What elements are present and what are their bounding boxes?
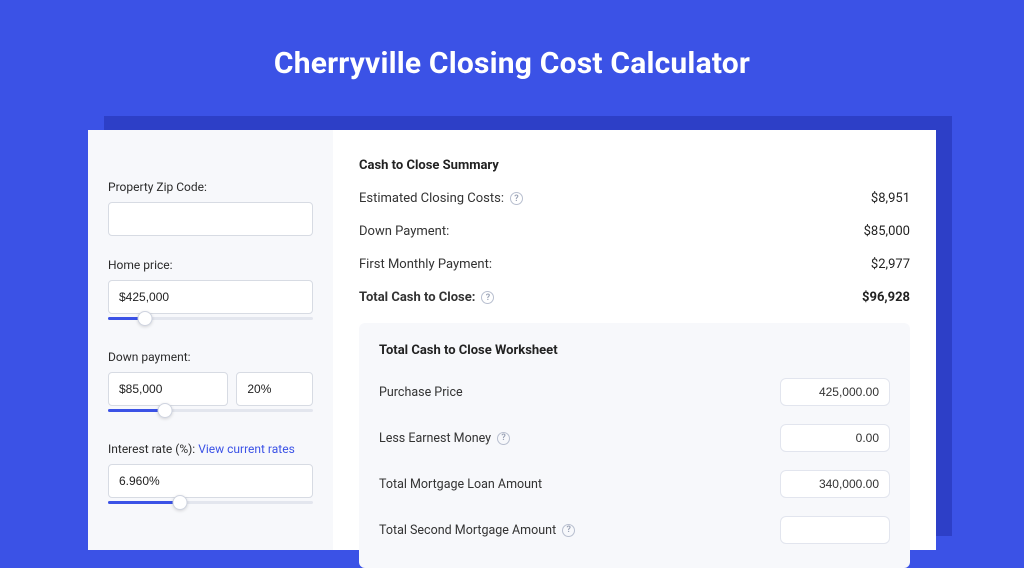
earnest-label: Less Earnest Money [379, 431, 491, 446]
loan-amount-label: Total Mortgage Loan Amount [379, 477, 542, 492]
help-icon[interactable]: ? [481, 291, 494, 304]
home-price-field-block: Home price: [108, 258, 313, 328]
slider-thumb[interactable] [158, 403, 173, 418]
down-payment-summary-label: Down Payment: [359, 224, 449, 239]
help-icon[interactable]: ? [510, 192, 523, 205]
interest-slider[interactable] [108, 464, 313, 512]
summary-title: Cash to Close Summary [359, 158, 910, 173]
home-price-label: Home price: [108, 258, 313, 272]
down-payment-input[interactable] [108, 372, 228, 406]
total-cash-label: Total Cash to Close: [359, 290, 475, 305]
inputs-panel: Property Zip Code: Home price: Down paym… [88, 130, 333, 550]
zip-field-block: Property Zip Code: [108, 180, 313, 236]
help-icon[interactable]: ? [562, 524, 575, 537]
down-payment-label: Down payment: [108, 350, 313, 364]
ws-row-loan-amount: Total Mortgage Loan Amount [379, 470, 890, 498]
closing-costs-value: $8,951 [871, 191, 910, 206]
loan-amount-input[interactable] [780, 470, 890, 498]
purchase-price-input[interactable] [780, 378, 890, 406]
closing-costs-label: Estimated Closing Costs: [359, 191, 504, 206]
interest-field-block: Interest rate (%): View current rates [108, 442, 313, 512]
total-cash-value: $96,928 [862, 290, 910, 305]
summary-row-closing-costs: Estimated Closing Costs: ? $8,951 [359, 191, 910, 206]
purchase-price-label: Purchase Price [379, 385, 463, 400]
summary-row-total: Total Cash to Close: ? $96,928 [359, 290, 910, 305]
home-price-slider[interactable] [108, 280, 313, 328]
down-payment-field-block: Down payment: [108, 350, 313, 420]
page-title: Cherryville Closing Cost Calculator [0, 0, 1024, 109]
ws-row-earnest: Less Earnest Money ? [379, 424, 890, 452]
results-panel: Cash to Close Summary Estimated Closing … [333, 130, 936, 550]
calculator-card: Property Zip Code: Home price: Down paym… [88, 130, 936, 550]
interest-label: Interest rate (%): View current rates [108, 442, 313, 456]
worksheet-title: Total Cash to Close Worksheet [379, 343, 890, 358]
zip-label: Property Zip Code: [108, 180, 313, 194]
summary-row-down-payment: Down Payment: $85,000 [359, 224, 910, 239]
earnest-input[interactable] [780, 424, 890, 452]
down-payment-slider[interactable] [108, 372, 313, 420]
slider-fill [108, 501, 180, 504]
home-price-input[interactable] [108, 280, 313, 314]
view-rates-link[interactable]: View current rates [198, 442, 295, 456]
ws-row-purchase-price: Purchase Price [379, 378, 890, 406]
zip-input[interactable] [108, 202, 313, 236]
interest-label-text: Interest rate (%): [108, 442, 198, 456]
worksheet-panel: Total Cash to Close Worksheet Purchase P… [359, 323, 910, 568]
first-payment-label: First Monthly Payment: [359, 257, 492, 272]
second-mortgage-label: Total Second Mortgage Amount [379, 523, 556, 538]
slider-thumb[interactable] [172, 495, 187, 510]
slider-thumb[interactable] [137, 311, 152, 326]
summary-row-first-payment: First Monthly Payment: $2,977 [359, 257, 910, 272]
second-mortgage-input[interactable] [780, 516, 890, 544]
down-payment-pct-input[interactable] [236, 372, 313, 406]
first-payment-value: $2,977 [871, 257, 910, 272]
slider-fill [108, 409, 165, 412]
interest-input[interactable] [108, 464, 313, 498]
down-payment-summary-value: $85,000 [864, 224, 910, 239]
help-icon[interactable]: ? [497, 432, 510, 445]
ws-row-second-mortgage: Total Second Mortgage Amount ? [379, 516, 890, 544]
